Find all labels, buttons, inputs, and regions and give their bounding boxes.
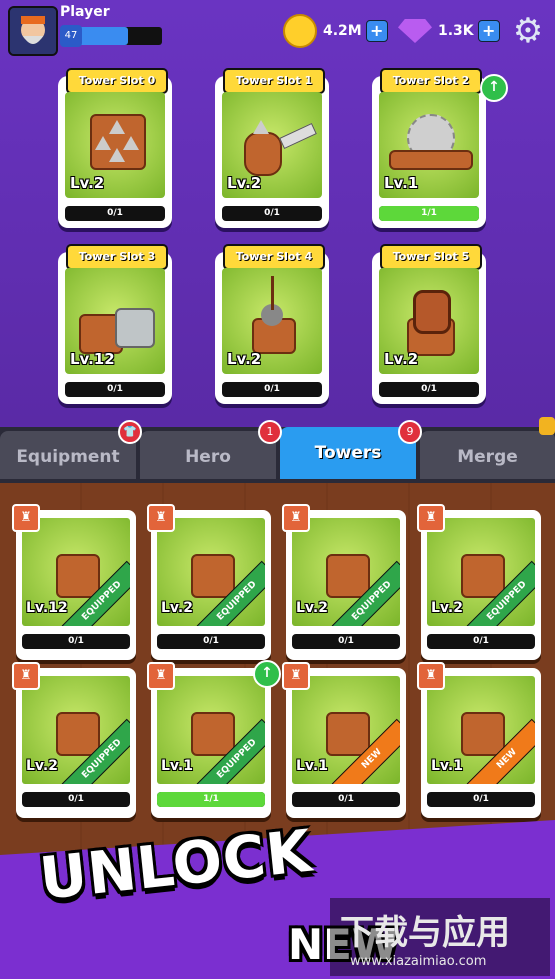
- card-progress: 0/1: [22, 634, 130, 649]
- tower-card[interactable]: EQUIPPED ♜ Lv.2 0/1: [282, 504, 406, 660]
- slot-title: Tower Slot 0: [66, 68, 168, 94]
- gem-amount: 1.3K: [438, 23, 474, 39]
- card-level: Lv.2: [26, 758, 58, 774]
- tower-type-icon: ♜: [282, 662, 310, 690]
- slot-level: Lv.1: [384, 174, 419, 192]
- card-level: Lv.2: [431, 600, 463, 616]
- card-level: Lv.2: [296, 600, 328, 616]
- player-level-badge: 47: [60, 25, 82, 47]
- upgrade-arrow-icon[interactable]: ↑: [480, 74, 508, 102]
- slot-level: Lv.2: [227, 350, 262, 368]
- slot-title: Tower Slot 2: [380, 68, 482, 94]
- tower-type-icon: ♜: [417, 504, 445, 532]
- card-progress: 0/1: [427, 792, 535, 807]
- tab-bar: Equipment Hero Towers Merge 👕 1 9: [0, 420, 555, 483]
- settings-gear-icon[interactable]: ⚙: [511, 14, 545, 48]
- tower-slot-1[interactable]: Tower Slot 1 Lv.2 0/1: [215, 68, 329, 228]
- equipment-shirt-icon: 👕: [118, 420, 142, 444]
- slot-title: Tower Slot 5: [380, 244, 482, 270]
- coin-icon: [283, 14, 317, 48]
- tower-card[interactable]: NEW ♜ Lv.1 0/1: [417, 662, 541, 818]
- card-progress: 0/1: [292, 792, 400, 807]
- slot-progress: 0/1: [379, 382, 479, 397]
- tab-equipment[interactable]: Equipment: [0, 431, 136, 479]
- tower-card[interactable]: EQUIPPED ♜ Lv.12 0/1: [12, 504, 136, 660]
- tower-type-icon: ♜: [147, 504, 175, 532]
- hero-badge: 1: [258, 420, 282, 444]
- slot-level: Lv.2: [227, 174, 262, 192]
- card-progress: 0/1: [22, 792, 130, 807]
- tower-slot-4[interactable]: Tower Slot 4 Lv.2 0/1: [215, 244, 329, 404]
- card-progress: 0/1: [157, 634, 265, 649]
- tower-slot-0[interactable]: Tower Slot 0 Lv.2 0/1: [58, 68, 172, 228]
- upgrade-arrow-icon[interactable]: ↑: [253, 660, 281, 688]
- card-level: Lv.12: [26, 600, 68, 616]
- knight-portrait-icon: [10, 8, 56, 54]
- tower-type-icon: ♜: [147, 662, 175, 690]
- card-level: Lv.1: [161, 758, 193, 774]
- tower-type-icon: ♜: [12, 662, 40, 690]
- card-level: Lv.1: [296, 758, 328, 774]
- card-level: Lv.1: [431, 758, 463, 774]
- tower-type-icon: ♜: [282, 504, 310, 532]
- player-name: Player: [60, 4, 110, 20]
- tower-slot-3[interactable]: Tower Slot 3 Lv.12 0/1: [58, 244, 172, 404]
- add-coins-button[interactable]: +: [365, 20, 388, 42]
- card-progress: 0/1: [292, 634, 400, 649]
- tower-card[interactable]: EQUIPPED ♜ Lv.2 0/1: [417, 504, 541, 660]
- player-avatar[interactable]: [8, 6, 58, 56]
- tower-type-icon: ♜: [417, 662, 445, 690]
- add-gems-button[interactable]: +: [477, 20, 500, 42]
- slot-progress: 0/1: [222, 382, 322, 397]
- card-progress: 1/1: [157, 792, 265, 807]
- slot-title: Tower Slot 3: [66, 244, 168, 270]
- slot-progress: 0/1: [222, 206, 322, 221]
- watermark-url: www.xiazaimiao.com: [350, 954, 487, 969]
- slot-progress: 0/1: [65, 382, 165, 397]
- slot-progress: 1/1: [379, 206, 479, 221]
- xp-bar: 47: [60, 25, 162, 47]
- slot-title: Tower Slot 4: [223, 244, 325, 270]
- card-progress: 0/1: [427, 634, 535, 649]
- slot-level: Lv.2: [70, 174, 105, 192]
- tower-card[interactable]: EQUIPPED ♜ Lv.2 0/1: [12, 662, 136, 818]
- tower-card[interactable]: NEW ♜ Lv.1 0/1: [282, 662, 406, 818]
- tab-hero[interactable]: Hero: [140, 431, 276, 479]
- tower-card[interactable]: EQUIPPED ♜ Lv.2 0/1: [147, 504, 271, 660]
- tower-card[interactable]: EQUIPPED ♜ Lv.1 1/1 ↑: [147, 660, 281, 818]
- coin-counter: 4.2M +: [283, 14, 388, 48]
- gem-counter: 1.3K +: [398, 16, 500, 46]
- tower-slot-2[interactable]: Tower Slot 2 Lv.1 1/1 ↑: [372, 68, 508, 228]
- coin-amount: 4.2M: [323, 23, 362, 39]
- slot-progress: 0/1: [65, 206, 165, 221]
- tab-merge[interactable]: Merge: [420, 431, 555, 479]
- tower-type-icon: ♜: [12, 504, 40, 532]
- tower-slot-5[interactable]: Tower Slot 5 Lv.2 0/1: [372, 244, 486, 404]
- slot-level: Lv.12: [70, 350, 115, 368]
- towers-badge: 9: [398, 420, 422, 444]
- lock-icon: [539, 417, 555, 435]
- gem-icon: [398, 19, 432, 43]
- tab-towers[interactable]: Towers: [280, 427, 416, 479]
- watermark-text: 下载与应用: [340, 913, 510, 953]
- slot-level: Lv.2: [384, 350, 419, 368]
- top-bar: Player 47 4.2M + 1.3K + ⚙: [0, 0, 555, 60]
- card-level: Lv.2: [161, 600, 193, 616]
- slot-title: Tower Slot 1: [223, 68, 325, 94]
